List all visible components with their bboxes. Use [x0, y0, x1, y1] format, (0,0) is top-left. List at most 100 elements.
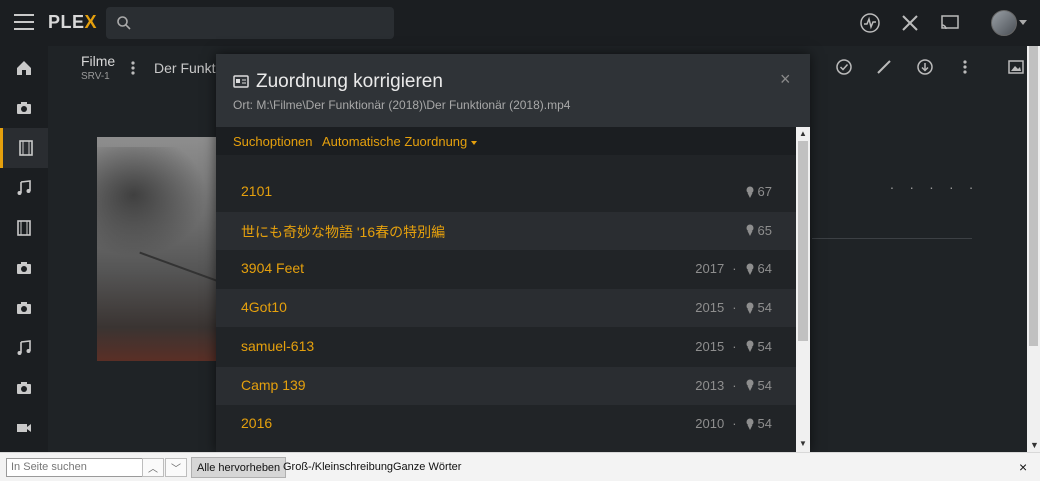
close-icon[interactable]: ×: [1019, 459, 1027, 475]
result-row[interactable]: 2016 2010 · 54: [216, 405, 796, 444]
top-bar: PLEX: [0, 0, 1040, 46]
scrollbar-thumb[interactable]: [798, 141, 808, 341]
result-year: 2015: [695, 338, 725, 354]
settings-tools-icon[interactable]: [899, 12, 921, 34]
more-vertical-icon[interactable]: [956, 58, 974, 76]
sidebar: [0, 46, 48, 452]
result-row[interactable]: Camp 139 2013 · 54: [216, 366, 796, 405]
match-results-list: 2101 67 世にも奇妙な物語 '16春の特別編 65 3904 Feet 2017 · 6…: [216, 173, 796, 452]
fix-match-dialog: Zuordnung korrigieren × Ort: M:\Filme\De…: [216, 54, 810, 452]
result-year: 2013: [695, 377, 725, 393]
find-next-button[interactable]: ﹀: [165, 458, 187, 477]
scroll-down-arrow-icon[interactable]: ▼: [1030, 440, 1039, 450]
sidebar-item-music[interactable]: [0, 168, 48, 208]
film-icon: [17, 220, 31, 236]
sidebar-item-photos-4[interactable]: [0, 368, 48, 408]
result-meta: 2013 · 54: [695, 378, 772, 393]
result-row[interactable]: 4Got10 2015 · 54: [216, 289, 796, 328]
result-score: 54: [757, 416, 772, 432]
result-row[interactable]: samuel-613 2015 · 54: [216, 327, 796, 366]
result-meta: 2010 · 54: [695, 416, 772, 431]
result-row[interactable]: 3904 Feet 2017 · 64: [216, 250, 796, 289]
sidebar-item-videos[interactable]: [0, 208, 48, 248]
result-title[interactable]: Camp 139: [241, 377, 306, 393]
sidebar-item-photos-2[interactable]: [0, 248, 48, 288]
movie-poster[interactable]: [97, 137, 225, 361]
find-in-page-input[interactable]: In Seite suchen: [6, 458, 143, 477]
whole-words-toggle[interactable]: Ganze Wörter: [388, 457, 466, 478]
result-title[interactable]: 2016: [241, 415, 272, 431]
result-score: 54: [757, 338, 772, 354]
result-score: 65: [757, 222, 772, 238]
result-score: 64: [757, 261, 772, 277]
more-vertical-icon[interactable]: [130, 60, 136, 76]
result-year: 2017: [695, 261, 725, 277]
result-title[interactable]: samuel-613: [241, 338, 314, 354]
score-badge-icon: [746, 340, 754, 353]
camera-icon: [17, 102, 31, 114]
sidebar-item-photos-3[interactable]: [0, 288, 48, 328]
separator-dot: ·: [732, 261, 737, 277]
search-input[interactable]: [106, 7, 394, 39]
camera-icon: [17, 262, 31, 274]
plex-logo[interactable]: PLEX: [48, 12, 97, 33]
sidebar-item-photos[interactable]: [0, 88, 48, 128]
result-meta: 67: [745, 184, 772, 199]
file-path: Ort: M:\Filme\Der Funktionär (2018)\Der …: [233, 98, 571, 112]
scroll-up-arrow-icon[interactable]: ▲: [799, 129, 807, 138]
page-scrollbar[interactable]: ▼: [1027, 46, 1040, 452]
image-icon[interactable]: [1007, 58, 1025, 76]
score-badge-icon: [746, 379, 754, 391]
match-card-icon: [233, 75, 249, 88]
result-title[interactable]: 3904 Feet: [241, 260, 304, 276]
highlight-all-toggle[interactable]: Alle hervorheben: [191, 457, 287, 478]
score-badge-icon: [746, 224, 754, 237]
result-meta: 65: [745, 223, 772, 238]
result-score: 54: [757, 300, 772, 316]
dialog-scrollbar[interactable]: ▲ ▼: [796, 127, 810, 452]
sidebar-item-movies[interactable]: [0, 128, 48, 168]
search-options-link[interactable]: Suchoptionen: [233, 134, 313, 149]
checkmark-circle-icon[interactable]: [835, 58, 853, 76]
result-year: 2015: [695, 300, 725, 316]
result-row[interactable]: 世にも奇妙な物語 '16春の特別編 65: [216, 211, 796, 250]
find-bar: In Seite suchen ︿ ﹀ Alle hervorheben Gro…: [0, 452, 1040, 481]
library-title[interactable]: Filme: [81, 53, 115, 69]
separator-dot: ·: [732, 416, 737, 432]
hamburger-menu-icon[interactable]: [14, 14, 34, 30]
sidebar-item-music-2[interactable]: [0, 328, 48, 368]
library-server: SRV-1: [81, 71, 110, 82]
scroll-down-arrow-icon[interactable]: ▼: [799, 439, 807, 448]
search-icon: [117, 16, 131, 30]
result-title[interactable]: 世にも奇妙な物語 '16春の特別編: [241, 222, 445, 242]
score-badge-icon: [746, 186, 754, 198]
activity-icon[interactable]: [859, 12, 881, 34]
chevron-down-icon: [471, 140, 478, 145]
match-case-toggle[interactable]: Groß-/Kleinschreibung: [278, 457, 398, 478]
cast-icon[interactable]: [939, 12, 961, 34]
movie-breadcrumb[interactable]: Der Funkt: [154, 60, 215, 76]
result-year: 2010: [695, 416, 725, 432]
result-meta: 2015 · 54: [695, 300, 772, 315]
camera-icon: [17, 382, 31, 394]
film-icon: [18, 140, 33, 156]
result-title[interactable]: 2101: [241, 183, 272, 199]
user-avatar[interactable]: [991, 10, 1017, 36]
scrollbar-thumb[interactable]: [1029, 46, 1038, 346]
auto-match-dropdown[interactable]: Automatische Zuordnung: [322, 134, 478, 149]
chevron-down-icon[interactable]: [1019, 20, 1027, 25]
separator-dot: ·: [732, 377, 737, 393]
plex-app: PLEX Filme SRV-1 Der Funkt . . . . . ▼ Z…: [0, 0, 1040, 452]
download-icon[interactable]: [916, 58, 934, 76]
close-icon[interactable]: ×: [780, 69, 791, 90]
music-note-icon: [17, 180, 31, 195]
result-row[interactable]: 2101 67: [216, 173, 796, 211]
sidebar-item-video-camera[interactable]: [0, 408, 48, 448]
result-title[interactable]: 4Got10: [241, 299, 287, 315]
sidebar-item-home[interactable]: [0, 48, 48, 88]
find-previous-button[interactable]: ︿: [142, 458, 164, 477]
rating-dots: . . . . .: [890, 176, 980, 192]
edit-pencil-icon[interactable]: [875, 58, 893, 76]
result-meta: 2017 · 64: [695, 261, 772, 276]
result-score: 54: [757, 377, 772, 393]
